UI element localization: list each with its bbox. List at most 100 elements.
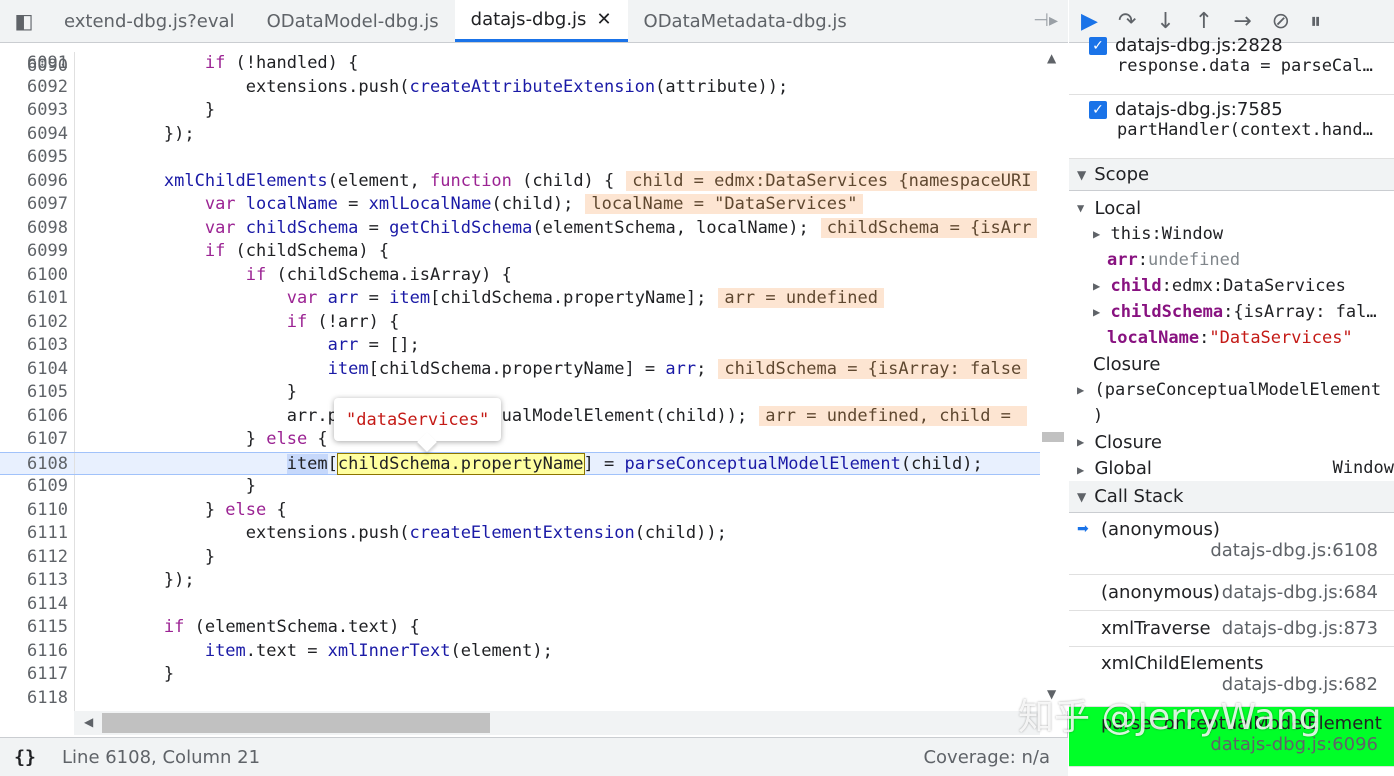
step-over-icon[interactable]: ↷ [1118, 9, 1136, 34]
code-line: 6117 } [0, 663, 1040, 687]
line-number[interactable]: 6114 [0, 593, 68, 617]
pause-on-exceptions-icon[interactable]: ⏸ [1310, 9, 1321, 34]
scope-variable[interactable]: arr: undefined [1069, 247, 1394, 273]
code-text: item[childSchema.propertyName] = arr; chi… [82, 358, 1028, 382]
line-number[interactable]: 6110 [0, 499, 68, 523]
tab-odatamodel-dbg[interactable]: ODataModel-dbg.js [251, 0, 455, 42]
line-number[interactable]: 6117 [0, 663, 68, 687]
code-editor[interactable]: 6090 6091 if (!handled) {6092 extensions… [0, 43, 1040, 711]
scope-value: undefined [1147, 250, 1241, 270]
line-number[interactable]: 6111 [0, 522, 68, 546]
checkbox-icon[interactable]: ✓ [1089, 36, 1107, 55]
scroll-left-icon[interactable]: ◀ [84, 715, 93, 729]
code-line: 6118 [0, 686, 1040, 711]
gutter-divider [74, 263, 75, 287]
scope-title: Closure [1093, 353, 1161, 375]
line-number[interactable]: 6112 [0, 546, 68, 570]
checkbox-icon[interactable]: ✓ [1089, 100, 1107, 119]
editor-pane: ◧ extend-dbg.js?eval ODataModel-dbg.js d… [0, 0, 1068, 776]
close-icon[interactable]: ✕ [596, 9, 611, 30]
line-number[interactable]: 6115 [0, 616, 68, 640]
tab-label: datajs-dbg.js [470, 9, 587, 30]
line-number[interactable]: 6113 [0, 569, 68, 593]
scrollbar-thumb[interactable] [1042, 432, 1064, 442]
line-number[interactable]: 6103 [0, 334, 68, 358]
editor-tab-bar: ◧ extend-dbg.js?eval ODataModel-dbg.js d… [0, 0, 1068, 43]
pretty-print-button[interactable]: {} [0, 747, 50, 768]
call-frame[interactable]: ➡ (anonymous) datajs-dbg.js:6108 [1069, 513, 1394, 575]
code-line: 6116 item.text = xmlInnerText(element); [0, 639, 1040, 664]
scope-key: this [1110, 224, 1152, 244]
vertical-scrollbar[interactable]: ▲ ▼ [1040, 43, 1068, 711]
line-number[interactable]: 6091 [0, 52, 68, 76]
scope-value: edmx:DataServices [1171, 276, 1346, 296]
breakpoint-item[interactable]: ✓ datajs-dbg.js:2828 response.data = pars… [1069, 31, 1394, 95]
current-execution-line: 6108 item[childSchema.propertyName] = pa… [0, 451, 1040, 477]
call-frame[interactable]: (anonymous) datajs-dbg.js:684 [1069, 575, 1394, 611]
line-number[interactable]: 6106 [0, 405, 68, 429]
call-frame[interactable]: xmlTraverse datajs-dbg.js:873 [1069, 611, 1394, 647]
line-number[interactable]: 6105 [0, 381, 68, 405]
scope-global-header[interactable]: ▶ Global Window [1069, 455, 1394, 481]
tab-extend-dbg[interactable]: extend-dbg.js?eval [48, 0, 251, 42]
scope-variable[interactable]: localName: "DataServices" [1069, 325, 1394, 351]
line-number[interactable]: 6099 [0, 240, 68, 264]
step-into-icon[interactable]: ↓ [1156, 9, 1174, 34]
gutter-divider [74, 522, 75, 546]
line-number[interactable]: 6101 [0, 287, 68, 311]
line-number[interactable]: 6119 [0, 710, 68, 711]
line-number[interactable]: 6118 [0, 687, 68, 711]
line-number[interactable]: 6096 [0, 170, 68, 194]
frame-location: datajs-dbg.js:684 [1221, 582, 1378, 603]
tab-odatametadata-dbg[interactable]: ODataMetadata-dbg.js [628, 0, 863, 42]
scope-closure-header[interactable]: ▶ Closure [1069, 429, 1394, 455]
code-line: 6112 } [0, 545, 1040, 570]
line-number[interactable]: 6094 [0, 123, 68, 147]
scope-variable[interactable]: ▶ child: edmx:DataServices [1069, 273, 1394, 299]
gutter-divider [74, 240, 75, 264]
scrollbar-thumb[interactable] [102, 713, 490, 733]
horizontal-scrollbar[interactable]: ◀ [74, 711, 1040, 735]
resume-icon[interactable]: ▶ [1081, 9, 1098, 34]
line-number[interactable]: 6107 [0, 428, 68, 452]
line-number[interactable]: 6116 [0, 640, 68, 664]
line-number[interactable]: 6104 [0, 358, 68, 382]
scope-section-header[interactable]: ▼ Scope [1069, 159, 1394, 191]
line-number[interactable]: 6092 [0, 76, 68, 100]
line-number[interactable]: 6109 [0, 475, 68, 499]
step-out-icon[interactable]: ↑ [1195, 9, 1213, 34]
line-number[interactable]: 6097 [0, 193, 68, 217]
code-line: 6103 arr = []; [0, 334, 1040, 358]
scope-local-header[interactable]: ▼ Local [1069, 195, 1394, 221]
step-icon[interactable]: → [1233, 9, 1251, 34]
code-line: 6105 } [0, 381, 1040, 405]
scroll-up-icon[interactable]: ▲ [1047, 51, 1056, 65]
scope-title: Global [1094, 457, 1152, 479]
line-number[interactable]: 6098 [0, 217, 68, 241]
line-number[interactable]: 6095 [0, 146, 68, 170]
tab-datajs-dbg[interactable]: datajs-dbg.js ✕ [454, 0, 628, 42]
line-number[interactable]: 6108 [0, 453, 68, 477]
scope-closure-item[interactable]: ▶ (parseConceptualModelElement [1069, 377, 1394, 403]
scope-value: ) [1093, 406, 1104, 426]
breakpoint-item[interactable]: ✓ datajs-dbg.js:7585 partHandler(context.… [1069, 95, 1394, 159]
gutter-divider [74, 686, 75, 710]
line-number[interactable]: 6102 [0, 311, 68, 335]
scope-separator: : [1137, 250, 1148, 270]
scope-variable[interactable]: ▶ childSchema: {isArray: fal… [1069, 299, 1394, 325]
line-number[interactable]: 6100 [0, 264, 68, 288]
debugger-sidebar: ▶ ↷ ↓ ↑ → ⊘ ⏸ ✓ datajs-dbg.js:2828 respon… [1069, 0, 1394, 776]
deactivate-breakpoints-icon[interactable]: ⊘ [1272, 9, 1290, 34]
tab-label: extend-dbg.js?eval [64, 10, 235, 32]
scope-closure-header[interactable]: Closure [1069, 351, 1394, 377]
code-line: 6104 item[childSchema.propertyName] = ar… [0, 357, 1040, 382]
toggle-debugger-icon[interactable]: ⊣▸ [1033, 10, 1058, 31]
frame-name: xmlChildElements [1101, 653, 1264, 674]
line-number[interactable]: 6093 [0, 99, 68, 123]
frame-location: datajs-dbg.js:6108 [1210, 540, 1378, 561]
toggle-navigator-icon[interactable]: ◧ [0, 0, 48, 42]
popover-value: "dataServices" [346, 409, 490, 430]
scope-variable[interactable]: ▶ this: Window [1069, 221, 1394, 247]
gutter-divider [74, 381, 75, 405]
call-stack-section-header[interactable]: ▼ Call Stack [1069, 481, 1394, 513]
